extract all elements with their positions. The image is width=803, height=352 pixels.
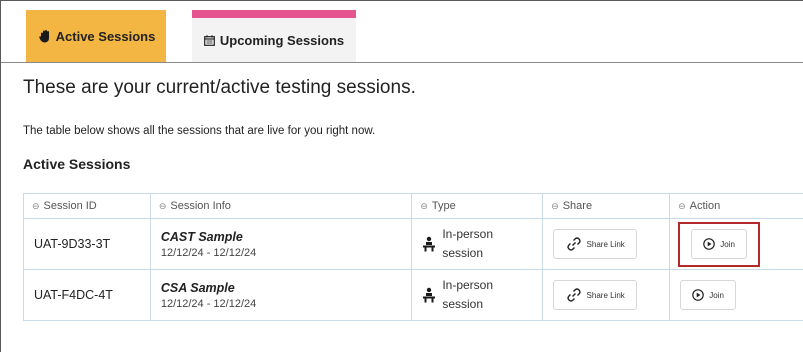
sort-icon: ⊖: [158, 201, 167, 211]
column-header-type[interactable]: ⊖ Type: [411, 193, 544, 219]
page-description: The table below shows all the sessions t…: [23, 125, 376, 137]
column-header-share[interactable]: ⊖ Share: [542, 193, 671, 219]
session-id-cell: UAT-9D33-3T: [23, 218, 151, 270]
column-header-label: Type: [431, 200, 456, 212]
table-row: UAT-9D33-3T CAST Sample 12/12/24 - 12/12…: [23, 218, 803, 270]
section-title: Active Sessions: [23, 156, 131, 172]
join-button[interactable]: Join: [680, 280, 737, 310]
share-link-button[interactable]: Share Link: [553, 229, 638, 259]
hand-icon: [38, 29, 51, 43]
session-id: UAT-F4DC-4T: [34, 288, 113, 302]
join-button[interactable]: Join: [691, 229, 748, 259]
session-dates: 12/12/24 - 12/12/24: [160, 297, 257, 310]
tab-active-label: Active Sessions: [55, 28, 156, 44]
play-circle-icon: [703, 238, 716, 250]
session-type-line2: session: [442, 246, 484, 260]
column-header-session-id[interactable]: ⊖ Session ID: [23, 193, 151, 219]
action-cell: Join: [669, 269, 803, 321]
session-type-line1: In-person: [442, 278, 494, 292]
tab-upcoming-sessions[interactable]: Upcoming Sessions: [192, 10, 356, 62]
link-icon: [566, 236, 582, 252]
column-header-label: Session ID: [43, 200, 97, 212]
session-dates: 12/12/24 - 12/12/24: [160, 246, 257, 259]
column-header-action[interactable]: ⊖ Action: [669, 193, 803, 219]
sort-icon: ⊖: [32, 201, 40, 211]
person-at-desk-icon: [422, 236, 436, 252]
share-cell: Share Link: [542, 269, 671, 321]
session-type-cell: In-person session: [411, 218, 544, 270]
join-label: Join: [709, 290, 724, 300]
sessions-table: ⊖ Session ID ⊖ Session Info ⊖ Type ⊖ Share ⊖…: [23, 193, 803, 321]
tab-upcoming-label: Upcoming Sessions: [219, 32, 345, 48]
session-info-cell: CAST Sample 12/12/24 - 12/12/24: [149, 218, 413, 270]
join-label: Join: [720, 239, 735, 249]
person-at-desk-icon: [422, 287, 436, 303]
table-row: UAT-F4DC-4T CSA Sample 12/12/24 - 12/12/…: [23, 269, 803, 321]
play-circle-icon: [692, 289, 705, 301]
sort-icon: ⊖: [551, 201, 559, 211]
link-icon: [566, 287, 582, 303]
table-header-row: ⊖ Session ID ⊖ Session Info ⊖ Type ⊖ Share ⊖…: [23, 193, 803, 219]
session-type-line1: In-person: [442, 227, 494, 241]
share-link-button[interactable]: Share Link: [553, 280, 638, 310]
session-name: CSA Sample: [160, 280, 235, 295]
column-header-label: Share: [562, 200, 593, 212]
page-frame: Active Sessions Upcoming Sessions These …: [0, 0, 803, 352]
sort-icon: ⊖: [420, 201, 428, 211]
sort-icon: ⊖: [678, 201, 686, 211]
share-cell: Share Link: [542, 218, 671, 270]
share-link-label: Share Link: [586, 290, 625, 300]
session-tabs: Active Sessions Upcoming Sessions: [26, 10, 356, 62]
join-highlight-box: Join: [678, 221, 761, 267]
calendar-icon: [203, 34, 215, 46]
session-type-line2: session: [442, 297, 484, 311]
session-id-cell: UAT-F4DC-4T: [23, 269, 151, 321]
column-header-session-info[interactable]: ⊖ Session Info: [149, 193, 413, 219]
session-id: UAT-9D33-3T: [34, 237, 111, 251]
action-cell: Join: [669, 218, 803, 270]
page-title: These are your current/active testing se…: [23, 77, 416, 98]
tabs-divider: [1, 62, 803, 63]
share-link-label: Share Link: [586, 239, 625, 249]
tab-active-sessions[interactable]: Active Sessions: [26, 10, 166, 62]
column-header-label: Session Info: [170, 200, 231, 212]
column-header-label: Action: [689, 200, 721, 212]
session-name: CAST Sample: [160, 229, 243, 244]
session-type-cell: In-person session: [411, 269, 544, 321]
session-info-cell: CSA Sample 12/12/24 - 12/12/24: [149, 269, 413, 321]
